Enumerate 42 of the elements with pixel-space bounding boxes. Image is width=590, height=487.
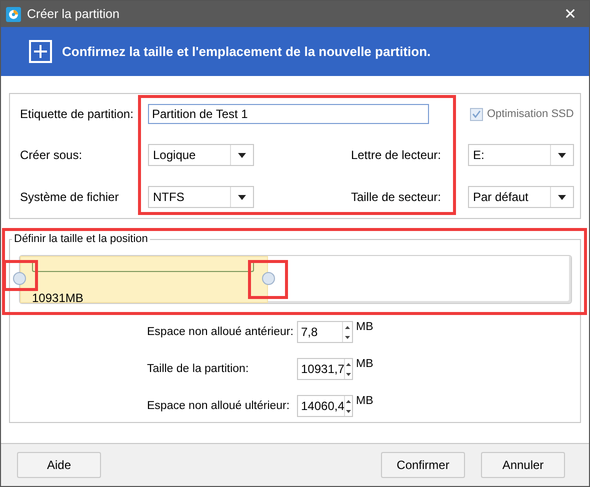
dialog-button[interactable]: Annuler bbox=[481, 452, 565, 478]
spin-down-icon[interactable] bbox=[345, 336, 350, 338]
file-system-dropdown[interactable]: NTFS bbox=[148, 186, 254, 208]
app-logo-icon bbox=[6, 6, 21, 22]
spin-down-icon[interactable] bbox=[346, 410, 352, 412]
dropdown-arrow-icon bbox=[558, 194, 566, 200]
checkbox-label: Optimisation SSD bbox=[487, 108, 574, 120]
partition-label-field[interactable]: Partition de Test 1 bbox=[148, 104, 429, 124]
start-handle[interactable] bbox=[13, 272, 26, 285]
create-as-dropdown[interactable]: Logique bbox=[148, 144, 254, 166]
unit-label: MB bbox=[356, 395, 374, 407]
dialog-button[interactable]: Aide bbox=[17, 452, 101, 478]
unit-label: MB bbox=[356, 321, 374, 333]
dropdown-arrow-icon bbox=[238, 152, 246, 158]
spin-down-icon[interactable] bbox=[346, 372, 352, 376]
sector-size-dropdown[interactable]: Par défaut bbox=[468, 186, 574, 208]
spin-label: Taille de la partition: bbox=[147, 363, 250, 375]
drive-letter-dropdown[interactable]: E: bbox=[468, 144, 574, 166]
panel-title: Définir la taille et la position bbox=[12, 232, 150, 246]
number-spinbox[interactable]: 14060,4 bbox=[297, 395, 353, 417]
plus-icon bbox=[29, 40, 52, 63]
field-label: Etiquette de partition: bbox=[20, 107, 134, 121]
field-label: Taille de secteur: bbox=[350, 190, 441, 204]
spin-up-icon[interactable] bbox=[346, 400, 352, 402]
close-button[interactable]: ✕ bbox=[560, 5, 581, 23]
banner-text: Confirmez la taille et l'emplacement de la nouvelle partition. bbox=[62, 44, 431, 59]
dropdown-arrow-icon bbox=[238, 194, 246, 200]
spin-up-icon[interactable] bbox=[345, 326, 350, 328]
field-label: Lettre de lecteur: bbox=[350, 148, 441, 162]
dialog-button[interactable]: Confirmer bbox=[381, 452, 465, 478]
number-spinbox[interactable]: 7,8 bbox=[297, 321, 353, 343]
dropdown-arrow-icon bbox=[558, 152, 566, 158]
spin-up-icon[interactable] bbox=[346, 362, 352, 366]
field-label: Système de fichier bbox=[20, 190, 120, 204]
field-label: Créer sous: bbox=[20, 148, 84, 162]
number-spinbox[interactable]: 10931,7 bbox=[297, 358, 353, 380]
spin-label: Espace non alloué antérieur: bbox=[147, 326, 294, 338]
window-title: Créer la partition bbox=[27, 7, 120, 21]
spin-label: Espace non alloué ultérieur: bbox=[147, 400, 291, 412]
partition-size: 10931MB bbox=[32, 292, 84, 304]
unit-label: MB bbox=[356, 358, 374, 370]
partition-bar[interactable]: 10931MB bbox=[19, 255, 572, 304]
